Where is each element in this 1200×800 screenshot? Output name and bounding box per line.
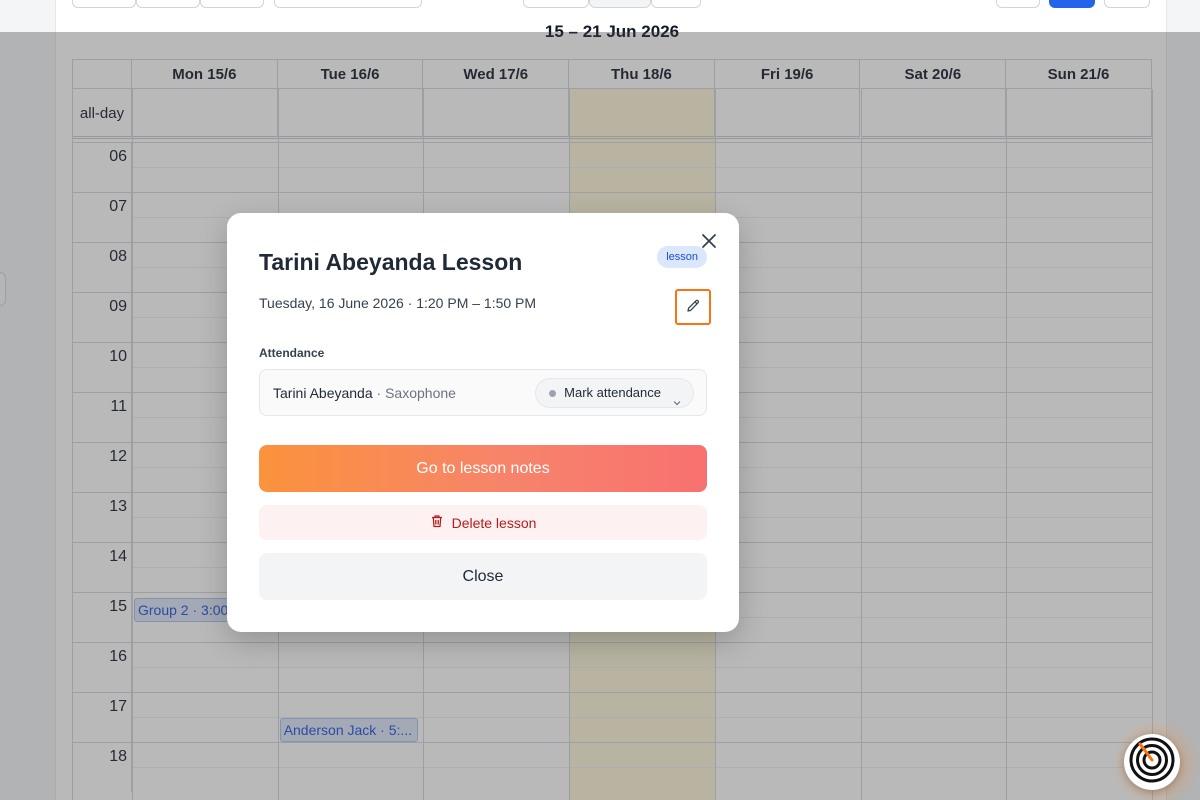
lesson-datetime: Tuesday, 16 June 2026 · 1:20 PM – 1:50 P… xyxy=(259,295,537,311)
trash-icon xyxy=(430,514,444,531)
toolbar-select[interactable] xyxy=(274,0,422,8)
pencil-icon xyxy=(685,298,701,317)
student-instrument: · Saxophone xyxy=(372,385,456,401)
lesson-type-badge: lesson xyxy=(657,246,707,268)
status-dot xyxy=(549,390,557,397)
toolbar-button-next[interactable] xyxy=(136,0,200,8)
mark-attendance-label: Mark attendance xyxy=(564,385,661,400)
assistant-button[interactable] xyxy=(1124,734,1180,790)
toolbar-button-today[interactable] xyxy=(200,0,264,8)
view-button-month[interactable] xyxy=(523,0,589,8)
toolbar-button-primary[interactable] xyxy=(1049,0,1095,8)
close-icon[interactable] xyxy=(701,233,717,249)
student-name: Tarini Abeyanda xyxy=(273,385,373,401)
view-button-week[interactable] xyxy=(589,0,651,8)
toolbar-button-prev[interactable] xyxy=(72,0,136,8)
delete-lesson-button[interactable]: Delete lesson xyxy=(259,505,707,540)
top-toolbar xyxy=(56,0,1166,12)
student-entry: Tarini Abeyanda · Saxophone xyxy=(273,385,456,401)
lesson-modal: Tarini Abeyanda Lesson lesson Tuesday, 1… xyxy=(227,213,739,632)
edit-button[interactable] xyxy=(675,289,711,325)
go-to-lesson-notes-button[interactable]: Go to lesson notes xyxy=(259,445,707,492)
mark-attendance-dropdown[interactable]: Mark attendance xyxy=(535,378,694,408)
chevron-down-icon xyxy=(673,389,681,417)
attendance-heading: Attendance xyxy=(259,346,325,360)
assistant-logo-icon xyxy=(1127,735,1177,790)
view-button-day[interactable] xyxy=(651,0,701,8)
attendance-row: Tarini Abeyanda · Saxophone Mark attenda… xyxy=(259,369,707,416)
close-button[interactable]: Close xyxy=(259,553,707,600)
modal-title: Tarini Abeyanda Lesson xyxy=(259,249,523,275)
toolbar-button-a[interactable] xyxy=(996,0,1040,8)
toolbar-button-b[interactable] xyxy=(1104,0,1150,8)
delete-lesson-label: Delete lesson xyxy=(451,514,537,531)
